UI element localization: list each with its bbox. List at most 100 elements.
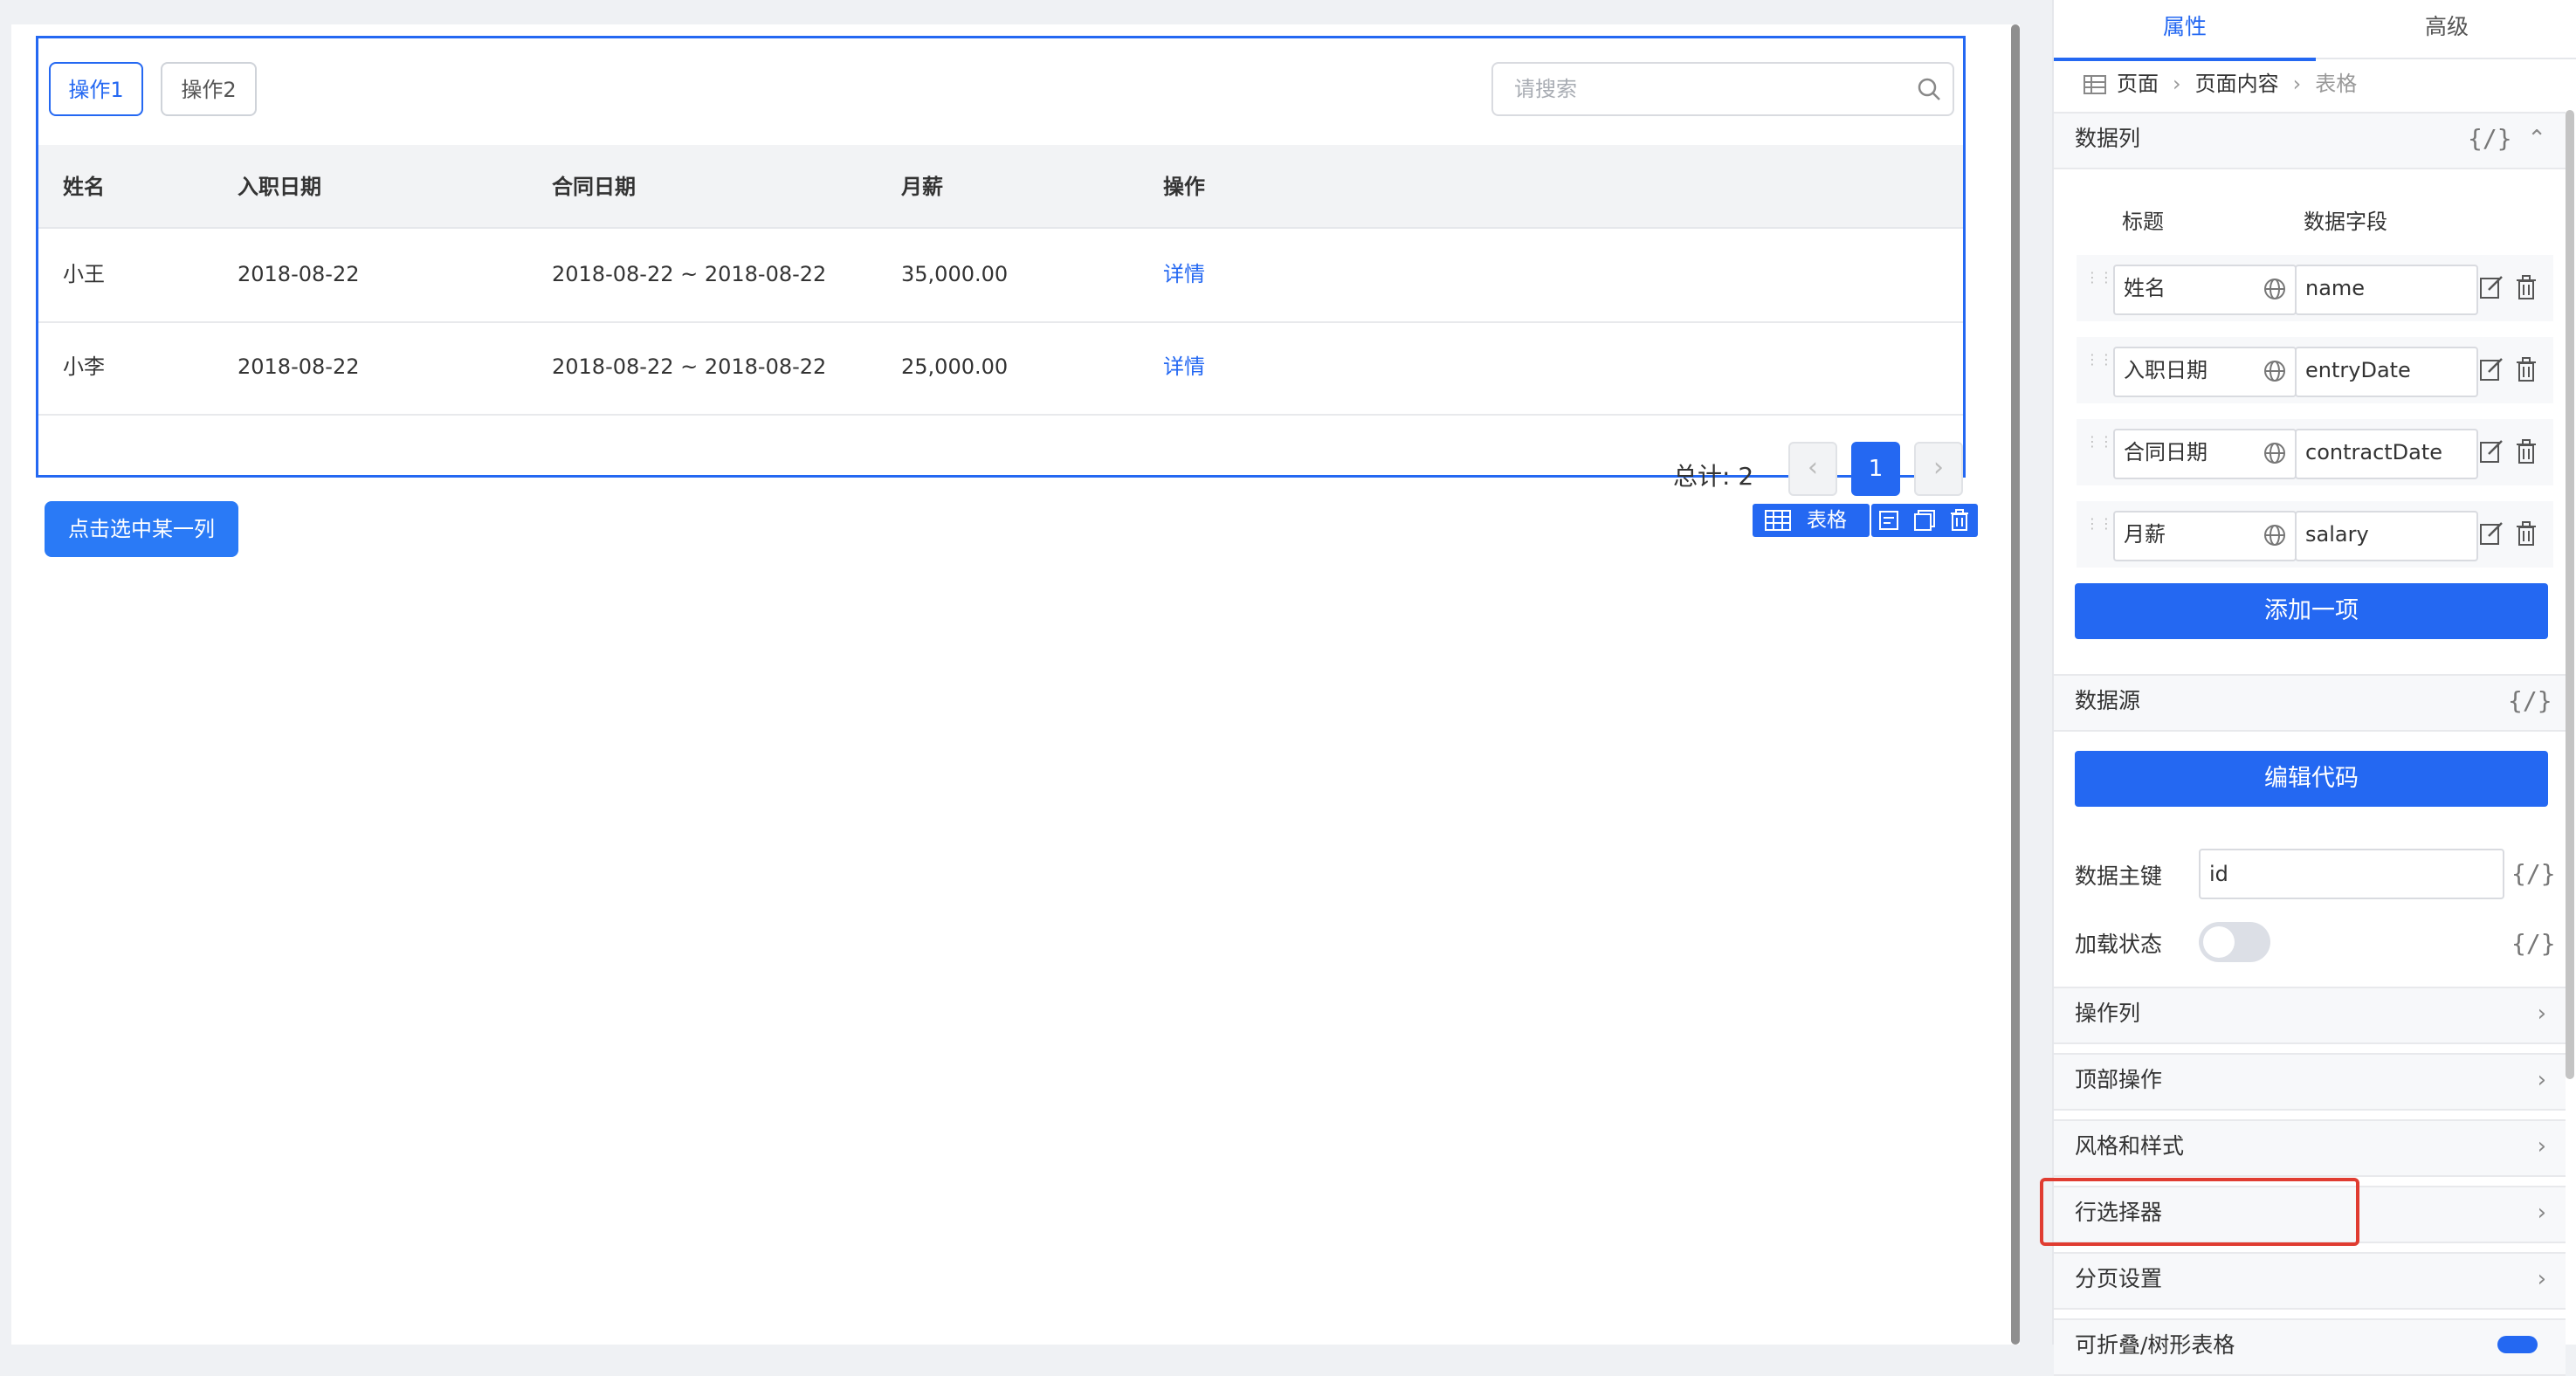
table-header: 姓名 入职日期 合同日期 月薪 操作	[38, 145, 1963, 229]
section-title: 风格和样式	[2075, 1133, 2185, 1159]
table-icon	[2084, 75, 2106, 94]
detail-link[interactable]: 详情	[1163, 321, 1205, 412]
top-action-button-2[interactable]: 操作2	[161, 62, 257, 116]
section-title: 数据源	[2075, 688, 2141, 713]
insert-icon[interactable]	[1878, 509, 1901, 532]
breadcrumb-separator-icon: ›	[2173, 72, 2181, 96]
column-item: ⋮⋮ 姓名 name	[2077, 255, 2553, 321]
loading-label: 加载状态	[2075, 932, 2163, 957]
column-header-title: 标题	[2122, 210, 2164, 234]
section-action-column[interactable]: 操作列 ›	[2054, 987, 2566, 1044]
column-field-input[interactable]: salary	[2295, 511, 2478, 561]
table-component[interactable]: 操作1 操作2 请搜索 姓名 入职日期 合同日期 月薪 操作 小王 2018-0…	[36, 36, 1966, 496]
component-tag-label: 表格	[1807, 509, 1847, 532]
column-header-actions[interactable]: 操作	[1163, 145, 1205, 229]
edit-icon[interactable]	[2478, 356, 2504, 382]
cell-contract-date: 2018-08-22 ~ 2018-08-22	[552, 354, 827, 379]
column-item: ⋮⋮ 入职日期 entryDate	[2077, 337, 2553, 403]
column-header-field: 数据字段	[2304, 210, 2387, 234]
section-top-actions[interactable]: 顶部操作 ›	[2054, 1053, 2566, 1111]
component-tag[interactable]: 表格	[1753, 504, 1870, 537]
breadcrumb-page[interactable]: 页面	[2117, 72, 2159, 96]
edit-icon[interactable]	[2478, 274, 2504, 300]
chevron-right-icon: ›	[2537, 1067, 2546, 1093]
globe-icon[interactable]	[2263, 360, 2286, 382]
chevron-right-icon: ›	[2537, 1001, 2546, 1027]
tree-table-toggle[interactable]	[2497, 1336, 2538, 1353]
top-action-button-1[interactable]: 操作1	[49, 62, 143, 116]
column-item: ⋮⋮ 月薪 salary	[2077, 501, 2553, 568]
edit-icon[interactable]	[2478, 438, 2504, 464]
panel-scrollbar[interactable]	[2566, 110, 2574, 1079]
column-title-input[interactable]: 姓名	[2113, 265, 2297, 315]
copy-icon[interactable]	[1913, 509, 1936, 532]
select-column-button[interactable]: 点击选中某一列	[45, 501, 238, 557]
drag-handle-icon[interactable]: ⋮⋮	[2085, 435, 2113, 466]
section-columns-header[interactable]: 数据列 {/} ⌃	[2054, 112, 2566, 169]
delete-icon[interactable]	[2513, 274, 2539, 300]
drag-handle-icon[interactable]: ⋮⋮	[2085, 517, 2113, 548]
drag-handle-icon[interactable]: ⋮⋮	[2085, 271, 2113, 302]
section-title: 操作列	[2075, 1001, 2141, 1026]
search-icon[interactable]	[1916, 76, 1942, 102]
search-placeholder: 请搜索	[1514, 77, 1577, 101]
column-field-input[interactable]: name	[2295, 265, 2478, 315]
section-title: 数据列	[2075, 126, 2141, 151]
total-count: 总计: 2	[1673, 462, 1754, 491]
delete-icon[interactable]	[2513, 520, 2539, 547]
breadcrumb-page-content[interactable]: 页面内容	[2195, 72, 2279, 96]
section-style[interactable]: 风格和样式 ›	[2054, 1119, 2566, 1177]
column-header-salary[interactable]: 月薪	[901, 145, 943, 229]
cell-salary: 25,000.00	[901, 354, 1009, 379]
column-header-contract-date[interactable]: 合同日期	[552, 145, 636, 229]
detail-link[interactable]: 详情	[1163, 229, 1205, 320]
section-pagination[interactable]: 分页设置 ›	[2054, 1252, 2566, 1310]
highlight-box	[2040, 1178, 2359, 1246]
delete-icon[interactable]	[1948, 509, 1971, 532]
globe-icon[interactable]	[2263, 442, 2286, 464]
next-page-button[interactable]: ›	[1914, 442, 1963, 496]
chevron-right-icon: ›	[2537, 1200, 2546, 1226]
canvas-scrollbar[interactable]	[2011, 24, 2020, 1345]
globe-icon[interactable]	[2263, 278, 2286, 300]
loading-toggle[interactable]	[2199, 922, 2270, 962]
formula-icon[interactable]: {/}	[2511, 849, 2556, 899]
drag-handle-icon[interactable]: ⋮⋮	[2085, 353, 2113, 384]
chevron-right-icon: ›	[2537, 1266, 2546, 1292]
toggle-knob	[2203, 926, 2235, 958]
section-datasource-header[interactable]: 数据源 {/}	[2054, 674, 2566, 732]
section-tree-table[interactable]: 可折叠/树形表格	[2054, 1318, 2566, 1376]
prev-page-button[interactable]: ‹	[1788, 442, 1837, 496]
formula-icon[interactable]: {/}	[2511, 918, 2556, 969]
cell-entry-date: 2018-08-22	[238, 354, 360, 379]
edit-code-button[interactable]: 编辑代码	[2075, 751, 2548, 807]
page-1-button[interactable]: 1	[1851, 442, 1900, 496]
formula-icon[interactable]: {/}	[2468, 114, 2512, 164]
formula-icon[interactable]: {/}	[2508, 676, 2552, 726]
tab-properties[interactable]: 属性	[2054, 0, 2316, 61]
edit-icon[interactable]	[2478, 520, 2504, 547]
section-title: 分页设置	[2075, 1266, 2163, 1291]
delete-icon[interactable]	[2513, 438, 2539, 464]
column-title-input[interactable]: 合同日期	[2113, 429, 2297, 479]
column-title-input[interactable]: 入职日期	[2113, 347, 2297, 397]
column-field-input[interactable]: entryDate	[2295, 347, 2478, 397]
search-input[interactable]: 请搜索	[1491, 62, 1954, 116]
column-title-input[interactable]: 月薪	[2113, 511, 2297, 561]
cell-name: 小王	[63, 262, 105, 286]
globe-icon[interactable]	[2263, 524, 2286, 547]
table-row: 小李 2018-08-22 2018-08-22 ~ 2018-08-22 25…	[38, 321, 1963, 416]
add-column-button[interactable]: 添加一项	[2075, 583, 2548, 639]
column-header-entry-date[interactable]: 入职日期	[238, 145, 321, 229]
property-panel: 属性 高级 页面 › 页面内容 › 表格 数据列 {/} ⌃ 标题 数据字段 ⋮⋮ 姓名…	[2052, 0, 2576, 1376]
table-row: 小王 2018-08-22 2018-08-22 ~ 2018-08-22 35…	[38, 229, 1963, 323]
chevron-up-icon[interactable]: ⌃	[2527, 114, 2546, 164]
cell-name: 小李	[63, 354, 105, 379]
tab-advanced[interactable]: 高级	[2316, 0, 2576, 59]
primary-key-input[interactable]: id	[2199, 849, 2504, 899]
delete-icon[interactable]	[2513, 356, 2539, 382]
column-header-name[interactable]: 姓名	[63, 145, 105, 229]
breadcrumb-separator-icon: ›	[2292, 72, 2302, 96]
component-toolbar	[1871, 504, 1978, 537]
column-field-input[interactable]: contractDate	[2295, 429, 2478, 479]
